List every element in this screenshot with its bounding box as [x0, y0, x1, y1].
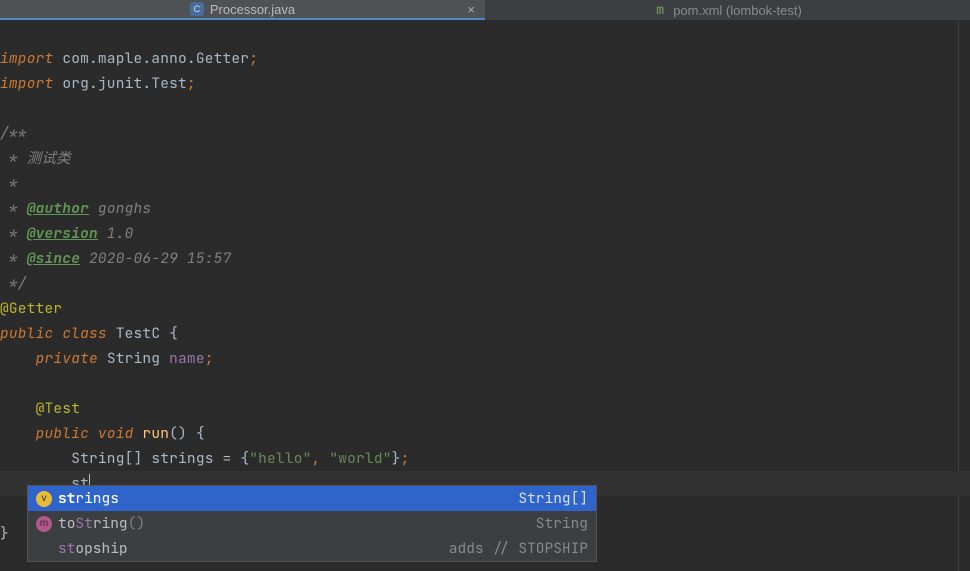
maven-file-icon: m [653, 3, 667, 17]
completion-item-strings[interactable]: v strings String[] [28, 486, 596, 511]
completion-item-tostring[interactable]: m toString() String [28, 511, 596, 536]
assign: = [214, 449, 241, 468]
editor-tab-bar: C Processor.java × m pom.xml (lombok-tes… [0, 0, 970, 20]
code-editor[interactable]: import com.maple.anno.Getter; import org… [0, 20, 970, 546]
tab-processor-java[interactable]: C Processor.java × [0, 0, 485, 20]
keyword-private: private [36, 349, 107, 368]
class-ref: Test [151, 74, 187, 93]
tab-pom-xml[interactable]: m pom.xml (lombok-test) [485, 0, 970, 20]
keyword-public: public [0, 324, 62, 343]
keyword-import: import [0, 49, 53, 68]
package-path: com.maple.anno. [62, 49, 196, 68]
javadoc-version-tag: @version [27, 224, 98, 243]
class-name: TestC [116, 324, 161, 343]
variable-icon: v [36, 491, 52, 507]
completion-type: String [536, 511, 588, 536]
close-icon[interactable]: × [467, 2, 475, 17]
brace: } [392, 449, 401, 468]
java-class-icon: C [190, 2, 204, 16]
annotation-getter: @Getter [0, 299, 62, 318]
keyword-void: void [98, 424, 143, 443]
brace: { [240, 449, 249, 468]
brace: { [160, 324, 178, 343]
brace: { [187, 424, 205, 443]
array-brackets: [] [125, 449, 143, 468]
code-completion-popup[interactable]: v strings String[] m toString() String s… [27, 485, 597, 562]
javadoc-since-val: 2020-06-29 15:57 [80, 249, 231, 268]
completion-pre: to [58, 514, 75, 533]
javadoc-author-val: gonghs [89, 199, 151, 218]
method-icon: m [36, 516, 52, 532]
completion-match: st [58, 489, 75, 508]
javadoc-version-val: 1.0 [98, 224, 134, 243]
javadoc-line: * [0, 224, 27, 243]
javadoc-open: /** [0, 124, 27, 143]
completion-type: String[] [518, 486, 588, 511]
completion-rest: opship [75, 539, 127, 558]
javadoc-line: * [0, 249, 27, 268]
method-name: run [142, 424, 169, 443]
javadoc-author-tag: @author [27, 199, 89, 218]
completion-hint: adds // STOPSHIP [449, 536, 588, 561]
javadoc-desc: * 测试类 [0, 149, 71, 168]
keyword-import: import [0, 74, 53, 93]
tab-label: pom.xml (lombok-test) [673, 3, 802, 18]
string-literal: "hello" [249, 449, 311, 468]
completion-rest: rings [75, 489, 119, 508]
type-string: String [71, 449, 124, 468]
completion-item-stopship[interactable]: stopship adds // STOPSHIP [28, 536, 596, 561]
javadoc-close: */ [0, 274, 27, 293]
completion-rest: ring [93, 514, 128, 533]
parens: () [169, 424, 187, 443]
completion-match: st [58, 539, 75, 558]
tab-label: Processor.java [210, 2, 295, 17]
keyword-class: class [62, 324, 115, 343]
string-literal: "world" [329, 449, 391, 468]
javadoc-line: * [0, 174, 18, 193]
type-string: String [107, 349, 160, 368]
javadoc-since-tag: @since [27, 249, 80, 268]
class-ref: Getter [196, 49, 249, 68]
comma: , [312, 449, 330, 468]
var-strings: strings [142, 449, 213, 468]
keyword-public: public [36, 424, 98, 443]
field-name: name [160, 349, 205, 368]
completion-suffix: () [128, 514, 145, 533]
javadoc-line: * [0, 199, 27, 218]
completion-match: St [75, 514, 92, 533]
annotation-test: @Test [36, 399, 81, 418]
brace: } [0, 524, 9, 543]
template-icon [36, 541, 52, 557]
package-path: org.junit. [62, 74, 151, 93]
